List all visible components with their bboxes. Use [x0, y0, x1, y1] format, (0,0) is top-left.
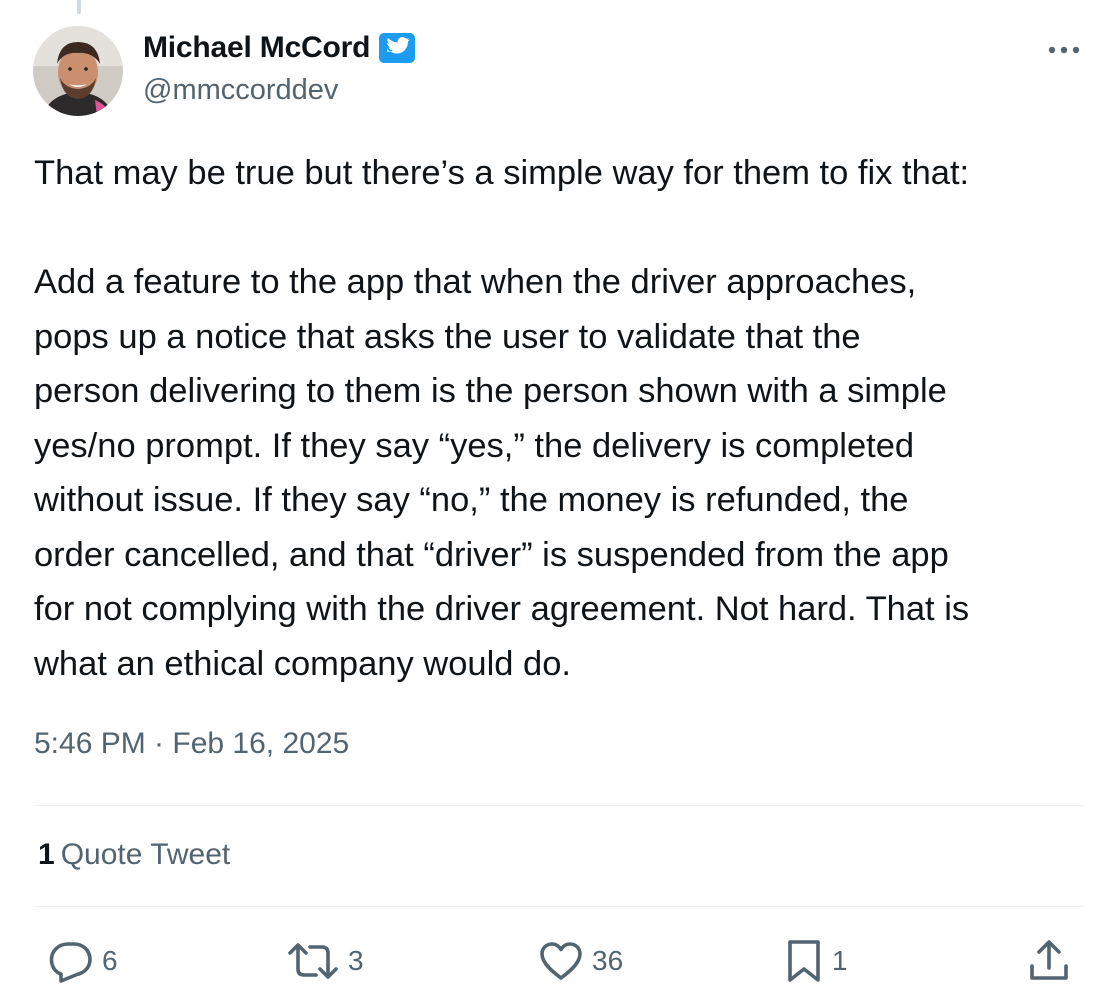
tweet-timestamp[interactable]: 5:46 PM · Feb 16, 2025 — [34, 727, 349, 761]
reply-count: 6 — [102, 945, 118, 976]
avatar[interactable] — [33, 26, 123, 116]
bookmark-button[interactable]: 1 — [784, 936, 848, 986]
avatar-image — [33, 26, 123, 116]
retweet-count: 3 — [348, 945, 364, 976]
like-count: 36 — [592, 945, 624, 976]
tweet-text: That may be true but there’s a simple wa… — [34, 154, 970, 683]
divider — [34, 805, 1084, 806]
author-handle[interactable]: @mmccorddev — [143, 74, 338, 107]
reply-icon — [49, 942, 92, 983]
share-icon — [1030, 940, 1068, 980]
quote-tweets-link[interactable]: 1 Quote Tweet — [38, 838, 230, 872]
verified-badge-icon — [378, 31, 416, 65]
share-button[interactable] — [1026, 936, 1072, 986]
more-options-button[interactable] — [1040, 34, 1088, 66]
thread-connector-line — [77, 0, 81, 14]
bookmark-icon — [788, 940, 820, 982]
like-button[interactable]: 36 — [538, 936, 623, 986]
author-display-name[interactable]: Michael McCord — [143, 31, 370, 65]
retweet-icon — [288, 943, 338, 979]
reply-button[interactable]: 6 — [48, 936, 118, 986]
more-horizontal-icon — [1048, 46, 1080, 54]
quote-count: 1 — [38, 838, 55, 871]
heart-icon — [540, 942, 582, 980]
quote-label: Quote Tweet — [60, 838, 231, 871]
bookmark-count: 1 — [832, 945, 848, 976]
divider — [34, 906, 1084, 907]
retweet-button[interactable]: 3 — [286, 936, 364, 986]
